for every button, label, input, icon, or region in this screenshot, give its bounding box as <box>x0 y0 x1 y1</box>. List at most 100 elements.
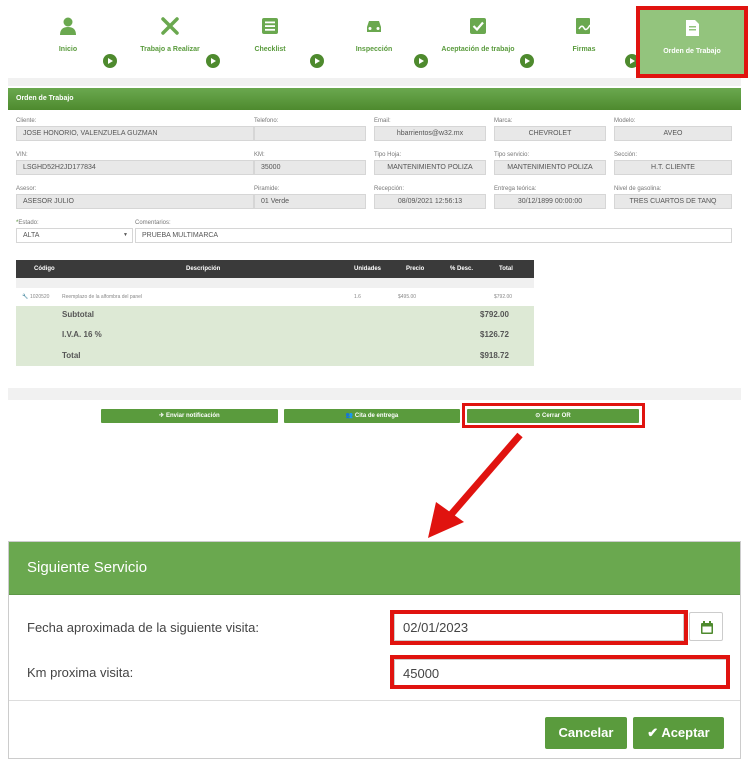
step-inicio[interactable]: Inicio <box>18 12 118 56</box>
step-next-icon[interactable] <box>103 54 117 68</box>
step-next-icon[interactable] <box>206 54 220 68</box>
button-label: Aceptar <box>661 725 710 740</box>
calendar-button[interactable] <box>689 612 723 641</box>
totals-block: Subtotal $792.00 I.V.A. 16 % $126.72 Tot… <box>16 306 534 366</box>
step-aceptacion[interactable]: Aceptación de trabajo <box>428 12 528 56</box>
highlight-frame <box>390 655 730 689</box>
col-precio: Precio <box>406 266 425 272</box>
km-value[interactable]: 35000 <box>254 160 366 175</box>
row-descripcion: Reemplazo de la alfombra del panel <box>62 294 143 300</box>
dialog-divider <box>9 700 740 701</box>
row-total: $792.00 <box>494 294 513 300</box>
cita-entrega-button[interactable]: 👥 Cita de entrega <box>284 409 460 423</box>
estado-value: ALTA <box>23 232 40 239</box>
modelo-value[interactable]: AVEO <box>614 126 732 141</box>
step-label: Inspección <box>355 46 393 53</box>
step-checklist[interactable]: Checklist <box>220 12 320 56</box>
calendar-icon <box>701 621 713 634</box>
step-trabajo[interactable]: Trabajo a Realizar <box>120 12 220 56</box>
step-label: Orden de Trabajo <box>663 48 721 55</box>
step-label: Trabajo a Realizar <box>140 46 200 53</box>
highlight-frame <box>462 403 645 428</box>
telefono-value[interactable] <box>254 126 366 141</box>
seccion-field: Sección: H.T. CLIENTE <box>614 152 732 175</box>
seccion-value[interactable]: H.T. CLIENTE <box>614 160 732 175</box>
accept-button[interactable]: ✔ Aceptar <box>633 717 724 749</box>
entrega-value[interactable]: 30/12/1899 00:00:00 <box>494 194 606 209</box>
email-field: Email: hbarrientos@w32.mx <box>374 118 486 141</box>
comentarios-textarea[interactable]: PRUEBA MULTIMARCA <box>135 228 732 243</box>
button-label: Enviar notificación <box>166 413 220 419</box>
checklist-icon <box>262 18 278 34</box>
gasolina-field: Nivel de gasolina: TRES CUARTOS DE TANQ <box>614 186 732 209</box>
workflow-stepper: Inicio Trabajo a Realizar Checklist Insp… <box>8 6 748 78</box>
piramide-value[interactable]: 01 Verde <box>254 194 366 209</box>
table-row[interactable]: 🔧 1020520 Reemplazo de la alfombra del p… <box>16 288 534 306</box>
field-label: Piramide: <box>254 186 280 192</box>
modelo-field: Modelo: AVEO <box>614 118 732 141</box>
tipo-servicio-value[interactable]: MANTENIMIENTO POLIZA <box>494 160 606 175</box>
cancel-button[interactable]: Cancelar <box>545 717 627 749</box>
siguiente-servicio-dialog: Siguiente Servicio Fecha aproximada de l… <box>8 541 741 759</box>
field-label: KM: <box>254 152 265 158</box>
estado-field: *Estado: ALTA ▼ <box>16 220 133 243</box>
step-next-icon[interactable] <box>310 54 324 68</box>
iva-value: $126.72 <box>480 330 509 339</box>
enviar-notificacion-button[interactable]: ✈ Enviar notificación <box>101 409 278 423</box>
chevron-down-icon: ▼ <box>123 232 128 238</box>
check-icon: ✔ <box>647 725 659 740</box>
tipo-hoja-value[interactable]: MANTENIMIENTO POLIZA <box>374 160 486 175</box>
telefono-field: Telefono: <box>254 118 366 141</box>
field-label: Sección: <box>614 152 638 158</box>
step-next-icon[interactable] <box>520 54 534 68</box>
dialog-header: Siguiente Servicio <box>9 542 740 595</box>
email-value[interactable]: hbarrientos@w32.mx <box>374 126 486 141</box>
vin-field: VIN: LSGHD52H2JD177834 <box>16 152 254 175</box>
send-icon: ✈ <box>159 413 166 419</box>
field-label: Tipo servicio: <box>494 152 530 158</box>
order-panel: Orden de Trabajo Cliente: JOSE HONORIO, … <box>8 88 741 434</box>
gasolina-value[interactable]: TRES CUARTOS DE TANQ <box>614 194 732 209</box>
total-value: $918.72 <box>480 351 509 360</box>
marca-field: Marca: CHEVROLET <box>494 118 606 141</box>
step-inspeccion[interactable]: Inspección <box>324 12 424 56</box>
field-label: Asesor: <box>16 186 37 192</box>
col-unidades: Unidades <box>354 266 382 272</box>
field-label: Cliente: <box>16 118 37 124</box>
field-label: Entrega teórica: <box>494 186 537 192</box>
user-icon <box>60 17 76 35</box>
field-label: Marca: <box>494 118 513 124</box>
estado-select[interactable]: ALTA ▼ <box>16 228 133 243</box>
table-gap <box>16 278 534 288</box>
divider <box>8 78 741 86</box>
step-firmas[interactable]: Firmas <box>534 12 634 56</box>
wrench-icon: 🔧 <box>22 294 29 300</box>
step-next-icon[interactable] <box>414 54 428 68</box>
step-orden-trabajo[interactable]: Orden de Trabajo <box>636 6 748 78</box>
subtotal-value: $792.00 <box>480 310 509 319</box>
field-label: Comentarios: <box>135 220 171 226</box>
row-codigo: 1020520 <box>30 294 50 300</box>
recepcion-value[interactable]: 08/09/2021 12:56:13 <box>374 194 486 209</box>
col-descripcion: Descripción <box>186 266 221 272</box>
entrega-field: Entrega teórica: 30/12/1899 00:00:00 <box>494 186 606 209</box>
button-label: Cita de entrega <box>354 413 399 419</box>
field-label: Telefono: <box>254 118 279 124</box>
field-label: VIN: <box>16 152 28 158</box>
asesor-value[interactable]: ASESOR JULIO <box>16 194 254 209</box>
marca-value[interactable]: CHEVROLET <box>494 126 606 141</box>
iva-label: I.V.A. 16 % <box>62 330 102 339</box>
step-label: Aceptación de trabajo <box>441 46 515 53</box>
row-unidades: 1.6 <box>354 294 361 300</box>
tipo-hoja-field: Tipo Hoja: MANTENIMIENTO POLIZA <box>374 152 486 175</box>
vin-value[interactable]: LSGHD52H2JD177834 <box>16 160 254 175</box>
dialog-title: Siguiente Servicio <box>27 559 148 576</box>
field-label: Modelo: <box>614 118 636 124</box>
km-label: Km proxima visita: <box>27 665 134 680</box>
cliente-value[interactable]: JOSE HONORIO, VALENZUELA GUZMAN <box>16 126 254 141</box>
col-codigo: Código <box>34 266 55 272</box>
recepcion-field: Recepción: 08/09/2021 12:56:13 <box>374 186 486 209</box>
step-label: Inicio <box>58 46 78 53</box>
user-clock-icon: 👥 <box>345 413 355 419</box>
col-desc: % Desc. <box>450 266 474 272</box>
